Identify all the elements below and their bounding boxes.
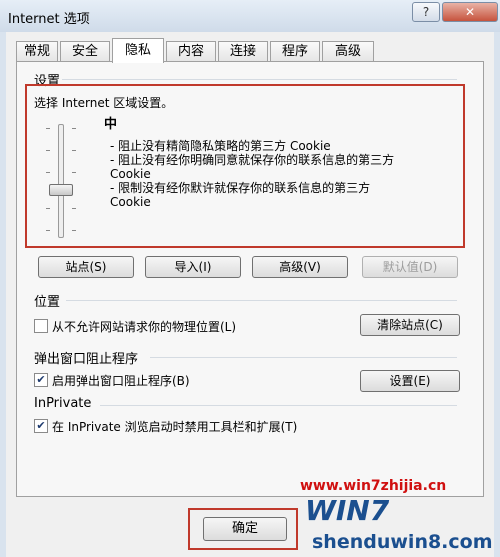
location-group-line xyxy=(66,300,457,301)
settings-group-line xyxy=(62,79,457,80)
sites-button[interactable]: 站点(S) xyxy=(38,256,134,278)
slider-tick xyxy=(72,208,76,209)
inprivate-group-label: InPrivate xyxy=(34,396,92,411)
watermark-logo: WIN7 xyxy=(305,494,390,527)
slider-tick xyxy=(46,150,50,151)
slider-tick xyxy=(72,230,76,231)
slider-tick xyxy=(72,150,76,151)
policy-description: - 阻止没有精简隐私策略的第三方 Cookie xyxy=(110,139,331,153)
location-group-label: 位置 xyxy=(34,295,61,310)
default-button[interactable]: 默认值(D) xyxy=(362,256,458,278)
slider-tick xyxy=(46,172,50,173)
import-button[interactable]: 导入(I) xyxy=(145,256,241,278)
privacy-tab-page: 设置 选择 Internet 区域设置。 中 - 阻止没有精简隐私策略的第三方 … xyxy=(0,0,500,557)
inprivate-checkbox[interactable]: ✔ xyxy=(34,419,48,433)
watermark-url: www.win7zhijia.cn xyxy=(300,478,447,494)
ok-button[interactable]: 确定 xyxy=(203,517,287,541)
watermark-site: shenduwin8.com xyxy=(312,531,493,553)
inprivate-checkbox-label: 在 InPrivate 浏览启动时禁用工具栏和扩展(T) xyxy=(52,420,298,434)
policy-description: - 阻止没有经你明确同意就保存你的联系信息的第三方 Cookie xyxy=(110,153,395,181)
privacy-level: 中 xyxy=(104,117,118,132)
privacy-slider-thumb[interactable] xyxy=(49,184,73,196)
zone-title: 选择 Internet 区域设置。 xyxy=(34,96,174,110)
popup-settings-button[interactable]: 设置(E) xyxy=(360,370,460,392)
popup-group-label: 弹出窗口阻止程序 xyxy=(34,352,139,367)
privacy-slider-track[interactable] xyxy=(58,124,64,238)
slider-tick xyxy=(46,128,50,129)
popup-blocker-checkbox[interactable]: ✔ xyxy=(34,373,48,387)
advanced-button[interactable]: 高级(V) xyxy=(252,256,348,278)
slider-tick xyxy=(72,128,76,129)
slider-tick xyxy=(72,172,76,173)
tab-privacy[interactable]: 隐私 xyxy=(112,38,164,63)
clear-sites-button[interactable]: 清除站点(C) xyxy=(360,314,460,336)
popup-blocker-checkbox-label: 启用弹出窗口阻止程序(B) xyxy=(52,374,190,388)
slider-tick xyxy=(46,208,50,209)
popup-group-line xyxy=(150,357,457,358)
slider-tick xyxy=(46,230,50,231)
location-checkbox-label: 从不允许网站请求你的物理位置(L) xyxy=(52,320,237,334)
inprivate-group-line xyxy=(100,405,457,406)
policy-description: - 限制没有经你默许就保存你的联系信息的第三方 Cookie xyxy=(110,181,371,209)
location-checkbox[interactable] xyxy=(34,319,48,333)
